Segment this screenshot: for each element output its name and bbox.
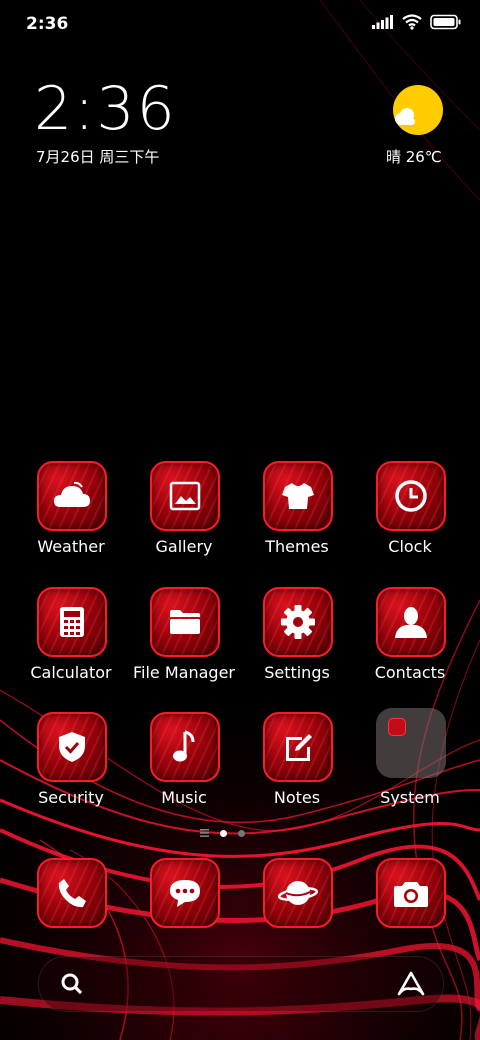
sun-cloud-icon[interactable]	[392, 84, 444, 136]
assistant-icon[interactable]	[397, 971, 425, 997]
app-weather[interactable]: Weather	[15, 461, 127, 571]
battery-icon	[430, 14, 461, 30]
note-edit-icon	[286, 734, 312, 761]
person-icon	[395, 607, 427, 638]
dock-browser[interactable]	[263, 858, 333, 928]
app-music[interactable]: Music	[128, 712, 240, 822]
app-gallery[interactable]: Gallery	[128, 461, 240, 571]
app-contacts[interactable]: Contacts	[354, 587, 466, 697]
app-security[interactable]: Security	[15, 712, 127, 822]
shield-check-icon	[59, 732, 85, 762]
search-bar[interactable]	[38, 956, 444, 1012]
clock-widget-date[interactable]: 7月26日 周三下午	[36, 146, 159, 167]
app-tile[interactable]	[376, 858, 446, 928]
page-indicator[interactable]	[200, 829, 245, 837]
dock-camera[interactable]	[376, 858, 446, 928]
clock-icon	[395, 480, 427, 512]
app-tile[interactable]	[150, 461, 220, 531]
page-dot-active[interactable]	[220, 829, 227, 837]
app-clock[interactable]: Clock	[354, 461, 466, 571]
app-tile[interactable]	[150, 858, 220, 928]
folder-icon	[170, 610, 200, 634]
app-tile[interactable]	[376, 461, 446, 531]
dock-phone[interactable]	[37, 858, 107, 928]
app-tile[interactable]	[263, 712, 333, 782]
app-settings[interactable]: Settings	[241, 587, 353, 697]
menu-lines-icon	[200, 829, 209, 837]
phone-icon	[58, 879, 86, 908]
folder-group-icon[interactable]	[376, 708, 446, 778]
app-label: Clock	[388, 537, 432, 556]
signal-icon	[372, 15, 393, 29]
dock-messages[interactable]	[150, 858, 220, 928]
app-tile[interactable]	[150, 587, 220, 657]
app-tile[interactable]	[37, 461, 107, 531]
image-icon	[169, 481, 201, 511]
page-dot[interactable]	[238, 829, 245, 837]
app-tile[interactable]	[37, 587, 107, 657]
app-tile[interactable]	[150, 712, 220, 782]
status-icons	[372, 14, 462, 30]
music-note-icon	[173, 730, 195, 762]
app-label: Contacts	[374, 663, 446, 682]
status-bar-time: 2:36	[26, 14, 69, 34]
gear-icon	[281, 605, 315, 639]
app-themes[interactable]: Themes	[241, 461, 353, 571]
tshirt-icon	[282, 483, 314, 509]
app-tile[interactable]	[37, 712, 107, 782]
app-tile[interactable]	[263, 858, 333, 928]
planet-icon	[277, 881, 319, 905]
search-icon[interactable]	[61, 973, 83, 995]
app-file-manager[interactable]: File Manager	[128, 587, 240, 697]
clock-widget-time[interactable]: 2:36	[34, 74, 177, 144]
weather-widget-text[interactable]: 晴 26℃	[386, 146, 442, 167]
app-notes[interactable]: Notes	[241, 712, 353, 822]
app-folder-system[interactable]: System	[354, 708, 466, 818]
app-tile[interactable]	[376, 587, 446, 657]
app-tile[interactable]	[263, 461, 333, 531]
calculator-icon	[60, 607, 84, 637]
camera-icon	[394, 882, 428, 907]
app-tile[interactable]	[263, 587, 333, 657]
wifi-icon	[402, 14, 422, 30]
app-tile[interactable]	[37, 858, 107, 928]
chat-bubble-icon	[170, 880, 200, 907]
cloud-icon	[54, 481, 90, 507]
app-label: System	[380, 788, 440, 807]
folder-mini-app-icon	[388, 718, 406, 736]
app-calculator[interactable]: Calculator	[15, 587, 127, 697]
